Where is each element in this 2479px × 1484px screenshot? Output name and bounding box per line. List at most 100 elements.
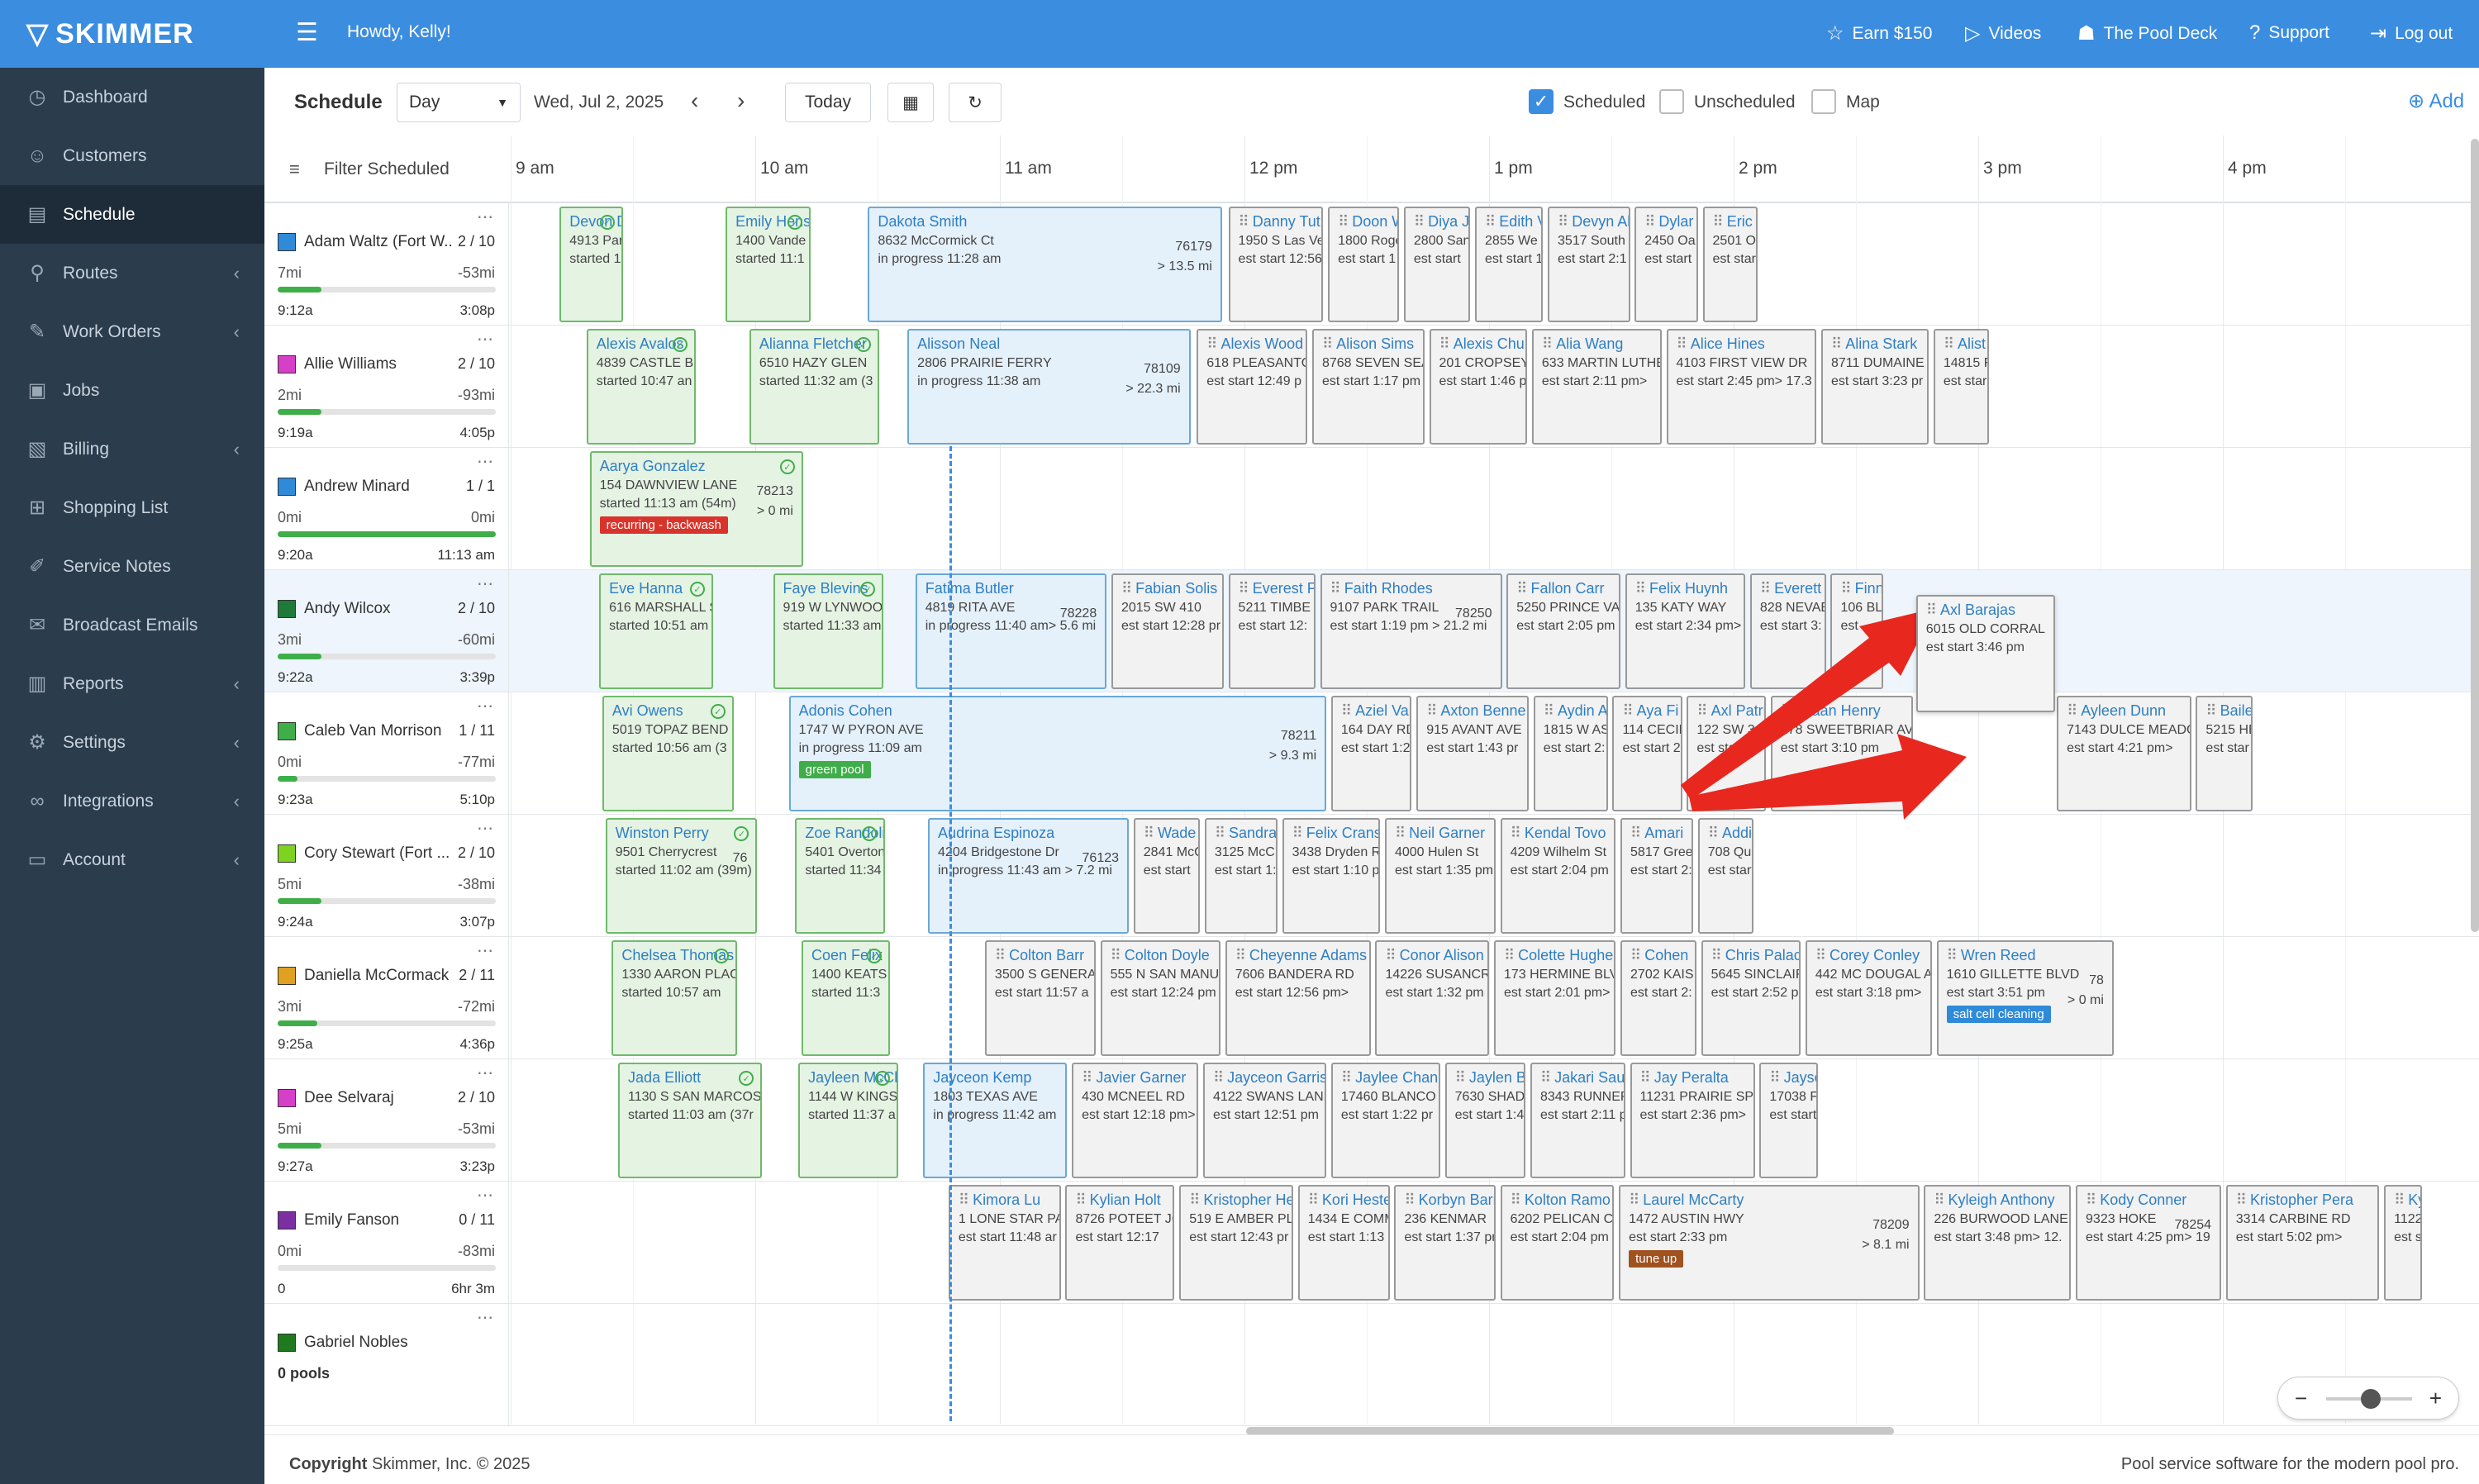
job-customer-name[interactable]: ⠿ Aya Fi: [1622, 702, 1678, 720]
job-card[interactable]: ⠿ Alice Hines 4103 FIRST VIEW DR est start …: [1666, 329, 1817, 445]
drag-handle-icon[interactable]: ⠿: [1630, 947, 1641, 963]
job-card[interactable]: ⠿ Chris Palac 5645 SINCLAIR est start 2:52 …: [1701, 940, 1801, 1056]
scheduled-checkbox[interactable]: ✓: [1529, 89, 1554, 114]
drag-handle-icon[interactable]: ⠿: [1769, 1069, 1780, 1086]
job-customer-name[interactable]: Aarya Gonzalez: [600, 458, 793, 475]
drag-handle-icon[interactable]: ⠿: [1439, 335, 1450, 352]
drag-handle-icon[interactable]: ⠿: [1330, 580, 1341, 597]
job-card[interactable]: ⠿ Diya J 2800 San est start: [1403, 207, 1471, 322]
tech-name[interactable]: Andy Wilcox: [304, 600, 451, 618]
job-card[interactable]: Faye Blevins 919 W LYNWOO started 11:33 am…: [773, 573, 884, 689]
job-customer-name[interactable]: ⠿ Chris Palac: [1711, 947, 1800, 964]
more-options-icon[interactable]: ⋯: [477, 1185, 493, 1206]
job-card[interactable]: ⠿Kimora Lu 1 LONE STAR PAS est start 11:48…: [948, 1185, 1061, 1301]
drag-handle-icon[interactable]: ⠿: [1341, 1069, 1352, 1086]
job-customer-name[interactable]: ⠿ Corey Conley: [1815, 947, 1922, 964]
drag-handle-icon[interactable]: ⠿: [1622, 702, 1633, 719]
unscheduled-checkbox[interactable]: [1659, 89, 1684, 114]
drag-handle-icon[interactable]: ⠿: [1189, 1191, 1200, 1208]
drag-handle-icon[interactable]: ⠿: [1082, 1069, 1092, 1086]
job-card[interactable]: ⠿Alison Sims 8768 SEVEN SEAS est start 1:1…: [1311, 329, 1425, 445]
job-card[interactable]: ⠿ Ayaan Henry 178 SWEETBRIAR AVE est start …: [1770, 696, 1913, 811]
drag-handle-icon[interactable]: ⠿: [1308, 1191, 1319, 1208]
job-card[interactable]: Fatima Butler 4819 RITA AVE in progress 11…: [915, 573, 1107, 689]
job-customer-name[interactable]: ⠿ Kendal Tovo: [1511, 825, 1606, 842]
job-customer-name[interactable]: ⠿ Kody Conner: [2086, 1191, 2211, 1209]
more-options-icon[interactable]: ⋯: [477, 207, 493, 227]
job-card[interactable]: ⠿ Everett 828 NEVAE est start 3:: [1749, 573, 1826, 689]
job-customer-name[interactable]: Audrina Espinoza: [938, 825, 1119, 842]
drag-handle-icon[interactable]: ⠿: [1111, 947, 1121, 963]
job-customer-name[interactable]: ⠿ Alison Sims: [1322, 335, 1415, 353]
drag-handle-icon[interactable]: ⠿: [1414, 213, 1425, 230]
drag-handle-icon[interactable]: ⠿: [1781, 702, 1791, 719]
topbar-link-the-pool-deck[interactable]: ☗ The Pool Deck: [2077, 21, 2217, 45]
more-options-icon[interactable]: ⋯: [477, 940, 493, 961]
job-card[interactable]: ⠿ Aziel Val 164 DAY RD est start 1:2: [1330, 696, 1412, 811]
drag-handle-icon[interactable]: ⠿: [1338, 213, 1349, 230]
drag-handle-icon[interactable]: ⠿: [1511, 825, 1521, 841]
job-card[interactable]: Dakota Smith 8632 McCormick Ct in progress…: [868, 207, 1222, 322]
topbar-link-log-out[interactable]: ⇥ Log out: [2370, 21, 2453, 45]
sidebar-item-account[interactable]: ▭ Account ‹: [0, 830, 264, 889]
sidebar-item-schedule[interactable]: ▤ Schedule: [0, 185, 264, 244]
job-card[interactable]: ⠿ Axl Barajas 6015 OLD CORRAL est start 3:4…: [1915, 595, 2056, 712]
zoom-slider[interactable]: − +: [2277, 1377, 2459, 1420]
job-card[interactable]: Coen Felix 1400 KEATS started 11:3 ✓: [801, 940, 891, 1056]
job-customer-name[interactable]: ⠿ Jayceon Garris: [1213, 1069, 1325, 1087]
tech-name[interactable]: Dee Selvaraj: [304, 1089, 451, 1107]
job-card[interactable]: ⠿ Ayleen Dunn 7143 DULCE MEADO est start 4:…: [2057, 696, 2191, 811]
drag-handle-icon[interactable]: ⠿: [1558, 213, 1568, 230]
job-customer-name[interactable]: Winston Perry: [616, 825, 748, 842]
more-options-icon[interactable]: ⋯: [477, 451, 493, 472]
job-customer-name[interactable]: ⠿ Alexis Chu: [1439, 335, 1525, 353]
drag-handle-icon[interactable]: ⠿: [1831, 335, 1842, 352]
job-card[interactable]: ⠿ Amari 5817 Gree est start 2:: [1620, 818, 1694, 934]
drag-handle-icon[interactable]: ⠿: [995, 947, 1006, 963]
job-customer-name[interactable]: ⠿ Kylian Holt: [1075, 1191, 1164, 1209]
job-card[interactable]: Adonis Cohen 1747 W PYRON AVE in progress …: [788, 696, 1327, 811]
drag-handle-icon[interactable]: ⠿: [1815, 947, 1826, 963]
job-customer-name[interactable]: ⠿ Wren Reed: [1947, 947, 2104, 964]
job-customer-name[interactable]: ⠿ Sandra: [1215, 825, 1276, 842]
job-card[interactable]: ⠿ Axl Patri 122 SW 3 est start 2:: [1687, 696, 1767, 811]
job-card[interactable]: Alexis Avalos 4839 CASTLE BC started 10:47…: [586, 329, 696, 445]
job-card[interactable]: Avi Owens 5019 TOPAZ BEND started 10:56 am…: [602, 696, 734, 811]
job-customer-name[interactable]: ⠿ Jay Peralta: [1640, 1069, 1745, 1087]
sidebar-item-work-orders[interactable]: ✎ Work Orders ‹: [0, 302, 264, 361]
job-card[interactable]: Alianna Fletcher 6510 HAZY GLEN started 11…: [749, 329, 879, 445]
job-card[interactable]: ⠿ Neil Garner 4000 Hulen St est start 1:35 …: [1384, 818, 1496, 934]
job-card[interactable]: Emily Hens 1400 Vande started 11:1 ✓: [726, 207, 811, 322]
job-customer-name[interactable]: ⠿ Kristopher He: [1189, 1191, 1292, 1209]
job-card[interactable]: ⠿ Kylian Holt 8726 POTEET JC est start 12:1…: [1065, 1185, 1175, 1301]
job-customer-name[interactable]: Alianna Fletcher: [759, 335, 869, 353]
job-card[interactable]: Aarya Gonzalez 154 DAWNVIEW LANE started 1…: [589, 451, 803, 567]
job-card[interactable]: ⠿ Addi 708 Qu est start: [1697, 818, 1753, 934]
drag-handle-icon[interactable]: ⠿: [1760, 580, 1771, 597]
sidebar-item-routes[interactable]: ⚲ Routes ‹: [0, 244, 264, 302]
drag-handle-icon[interactable]: ⠿: [1215, 825, 1225, 841]
job-customer-name[interactable]: ⠿ Conor Alison: [1385, 947, 1483, 964]
sidebar-item-broadcast-emails[interactable]: ✉ Broadcast Emails: [0, 596, 264, 654]
job-card[interactable]: Alisson Neal 2806 PRAIRIE FERRY in progres…: [907, 329, 1191, 445]
job-customer-name[interactable]: ⠿ Alexis Wood: [1206, 335, 1303, 353]
drag-handle-icon[interactable]: ⠿: [1630, 825, 1641, 841]
drag-handle-icon[interactable]: ⠿: [1385, 947, 1396, 963]
job-customer-name[interactable]: ⠿ Wade: [1144, 825, 1197, 842]
job-card[interactable]: Jada Elliott 1130 S SAN MARCOS started 11:…: [618, 1063, 763, 1178]
job-customer-name[interactable]: ⠿ Eric: [1713, 213, 1753, 231]
tech-name[interactable]: Adam Waltz (Fort W...: [304, 233, 451, 251]
job-card[interactable]: ⠿ Corey Conley 442 MC DOUGAL AV est start 3…: [1805, 940, 1932, 1056]
drag-handle-icon[interactable]: ⠿: [1713, 213, 1724, 230]
job-customer-name[interactable]: ⠿ Axton Benne: [1426, 702, 1525, 720]
today-button[interactable]: Today: [785, 83, 871, 122]
filter-icon[interactable]: ≡: [289, 159, 300, 180]
drag-handle-icon[interactable]: ⠿: [1485, 213, 1496, 230]
job-card[interactable]: Jayceon Kemp 1803 TEXAS AVE in progress 11…: [923, 1063, 1068, 1178]
drag-handle-icon[interactable]: ⠿: [1239, 213, 1249, 230]
drag-handle-icon[interactable]: ⠿: [1395, 825, 1406, 841]
drag-handle-icon[interactable]: ⠿: [1292, 825, 1303, 841]
job-customer-name[interactable]: ⠿ Kyleigh Anthony: [1934, 1191, 2061, 1209]
job-card[interactable]: ⠿ Axton Benne 915 AVANT AVE est start 1:43 …: [1416, 696, 1530, 811]
drag-handle-icon[interactable]: ⠿: [1840, 580, 1851, 597]
